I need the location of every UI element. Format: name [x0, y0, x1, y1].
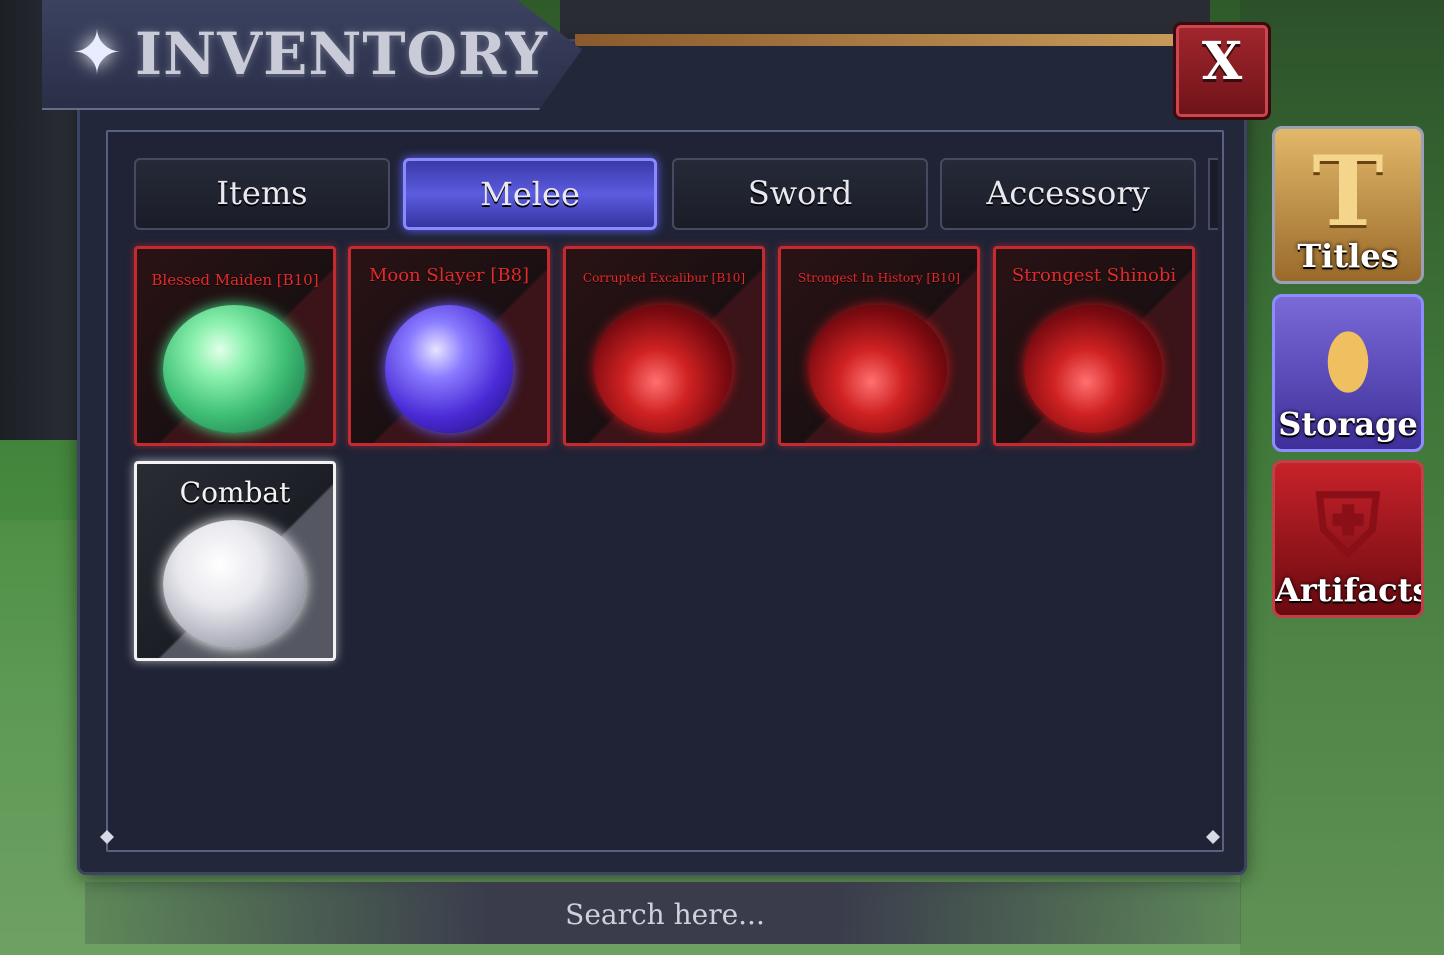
storage-button[interactable]: ⬮ Storage — [1272, 294, 1424, 452]
window-title: INVENTORY — [135, 20, 548, 88]
tab-label: Melee — [480, 175, 580, 213]
inventory-slot-strongest-in-history[interactable]: Strongest In History [B10] — [778, 246, 980, 446]
search-bar — [85, 882, 1245, 946]
white-orb-icon — [163, 520, 305, 648]
tab-label: Items — [216, 174, 308, 212]
red-orb-icon — [809, 305, 947, 433]
close-icon: X — [1201, 31, 1243, 92]
slot-name: Blessed Maiden [B10] — [151, 271, 319, 289]
slot-name: Strongest Shinobi — [1011, 265, 1177, 286]
storage-label: Storage — [1278, 405, 1418, 443]
panel-top-trim — [575, 34, 1175, 46]
inventory-slot-strongest-shinobi[interactable]: Strongest Shinobi — [993, 246, 1195, 446]
inventory-slot-moon-slayer[interactable]: Moon Slayer [B8] — [348, 246, 550, 446]
search-input[interactable] — [85, 882, 1245, 946]
artifacts-button[interactable]: ⛨ Artifacts — [1272, 460, 1424, 618]
red-orb-icon — [1024, 305, 1162, 433]
artifacts-label: Artifacts — [1275, 571, 1424, 609]
titles-button[interactable]: T Titles — [1272, 126, 1424, 284]
tab-next-partial[interactable] — [1208, 158, 1218, 230]
storage-capsule-icon: ⬮ — [1325, 317, 1371, 402]
tab-sword[interactable]: Sword — [672, 158, 928, 230]
blue-orb-icon — [385, 305, 513, 433]
titles-label: Titles — [1297, 237, 1399, 275]
inventory-slot-blessed-maiden[interactable]: Blessed Maiden [B10] — [134, 246, 336, 446]
tab-label: Sword — [747, 174, 853, 212]
tab-accessory[interactable]: Accessory — [940, 158, 1196, 230]
title-t-icon: T — [1312, 135, 1384, 248]
slot-name: Corrupted Excalibur [B10] — [582, 271, 746, 285]
close-button[interactable]: X — [1173, 22, 1271, 120]
tab-items[interactable]: Items — [134, 158, 390, 230]
red-orb-icon — [594, 305, 732, 433]
helmet-icon: ⛨ — [1315, 475, 1381, 576]
corner-ornament-icon — [1206, 830, 1220, 844]
inventory-slot-combat[interactable]: Combat — [134, 461, 336, 661]
slot-name: Moon Slayer [B8] — [368, 265, 530, 286]
tab-melee[interactable]: Melee — [403, 158, 657, 230]
slot-name: Strongest In History [B10] — [798, 271, 960, 285]
green-orb-icon — [163, 305, 305, 433]
slot-name: Combat — [179, 476, 291, 509]
inventory-slot-corrupted-excalibur[interactable]: Corrupted Excalibur [B10] — [563, 246, 765, 446]
sparkle-star-icon: ✦ — [71, 16, 123, 89]
tab-label: Accessory — [986, 174, 1150, 212]
